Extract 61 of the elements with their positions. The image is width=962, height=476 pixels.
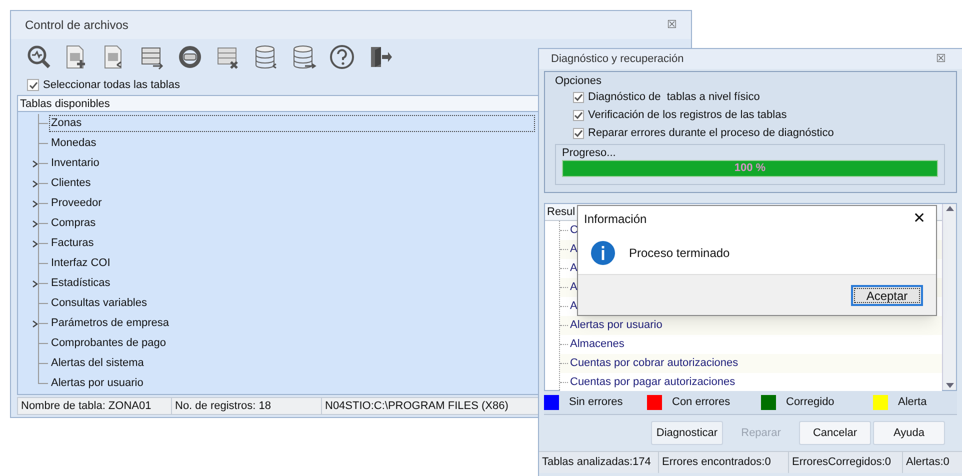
tree-item[interactable]: Zonas — [49, 115, 535, 132]
result-item[interactable]: Cuentas por pagar autorizaciones — [570, 374, 736, 391]
dialog-button[interactable]: Ayuda — [873, 421, 945, 445]
result-item[interactable]: C — [570, 222, 578, 239]
checkbox[interactable] — [573, 92, 584, 102]
tree-item[interactable]: Estadísticas — [49, 275, 110, 292]
legend-label: Alerta — [898, 395, 927, 410]
expander-icon[interactable] — [32, 200, 38, 208]
legend-label: Corregido — [786, 395, 834, 410]
expander-icon[interactable] — [32, 240, 38, 248]
dialog-button[interactable]: Cancelar — [799, 421, 871, 445]
tree-item[interactable]: Proveedor — [49, 195, 102, 212]
database-arrow-icon[interactable] — [291, 44, 317, 70]
result-item[interactable]: A — [570, 260, 578, 277]
progress-label: Progreso... — [562, 146, 617, 160]
scroll-down-icon[interactable] — [946, 383, 954, 388]
zoom-icon[interactable] — [25, 44, 51, 70]
tree-item[interactable]: Monedas — [49, 135, 96, 152]
checkbox-label: Reparar errores durante el proceso de diagnóstico — [588, 126, 834, 141]
status-field: Alertas:0 — [903, 452, 962, 473]
tree-item[interactable]: Compras — [49, 215, 96, 232]
result-item[interactable]: Almacenes — [570, 336, 624, 353]
expander-icon[interactable] — [32, 280, 38, 288]
result-item[interactable]: A — [570, 241, 578, 258]
status-field: Tablas analizadas:174 — [539, 452, 659, 473]
expander-icon[interactable] — [32, 320, 38, 328]
result-item[interactable]: A — [570, 298, 578, 315]
checkbox[interactable] — [573, 128, 584, 138]
dialog-button[interactable]: Diagnosticar — [651, 421, 723, 445]
progress-reading: 100 % — [733, 161, 767, 176]
window-title: Control de archivos — [25, 17, 128, 34]
tree-item[interactable]: Consultas variables — [49, 295, 147, 312]
close-button[interactable]: ☒ — [667, 16, 677, 34]
scrollbar[interactable] — [942, 204, 956, 390]
checkbox[interactable] — [573, 110, 584, 120]
expander-icon[interactable] — [32, 180, 38, 188]
scroll-up-icon[interactable] — [946, 206, 954, 211]
tree-item[interactable]: Clientes — [49, 175, 91, 192]
tree-item[interactable]: Facturas — [49, 235, 94, 252]
tree-item[interactable]: Inventario — [49, 155, 100, 172]
expander-icon[interactable] — [32, 220, 38, 228]
help-icon[interactable] — [329, 44, 355, 70]
window-title: Diagnóstico y recuperación — [551, 52, 684, 67]
status-field: ErroresCorregidos:0 — [789, 452, 903, 473]
database-icon[interactable] — [253, 44, 279, 70]
legend-label: Con errores — [672, 395, 730, 410]
expander-icon[interactable] — [32, 160, 38, 168]
group-title: Opciones — [555, 74, 602, 88]
result-item[interactable]: A — [570, 279, 578, 296]
close-button[interactable]: ☒ — [936, 50, 946, 68]
tree-item[interactable]: Alertas del sistema — [49, 355, 144, 372]
tree-item[interactable]: Comprobantes de pago — [49, 335, 166, 352]
tree-item[interactable]: Alertas por usuario — [49, 375, 144, 392]
tree-item[interactable]: Interfaz COI — [49, 255, 110, 272]
accept-button[interactable]: Aceptar — [851, 284, 923, 306]
status-field: Errores encontrados:0 — [659, 452, 789, 473]
info-icon — [591, 241, 615, 265]
dialog-message: Proceso terminado — [629, 245, 730, 262]
tree-item[interactable]: Parámetros de empresa — [49, 315, 169, 332]
checkbox-label: Seleccionar todas las tablas — [43, 78, 180, 94]
checkbox[interactable] — [27, 79, 39, 92]
